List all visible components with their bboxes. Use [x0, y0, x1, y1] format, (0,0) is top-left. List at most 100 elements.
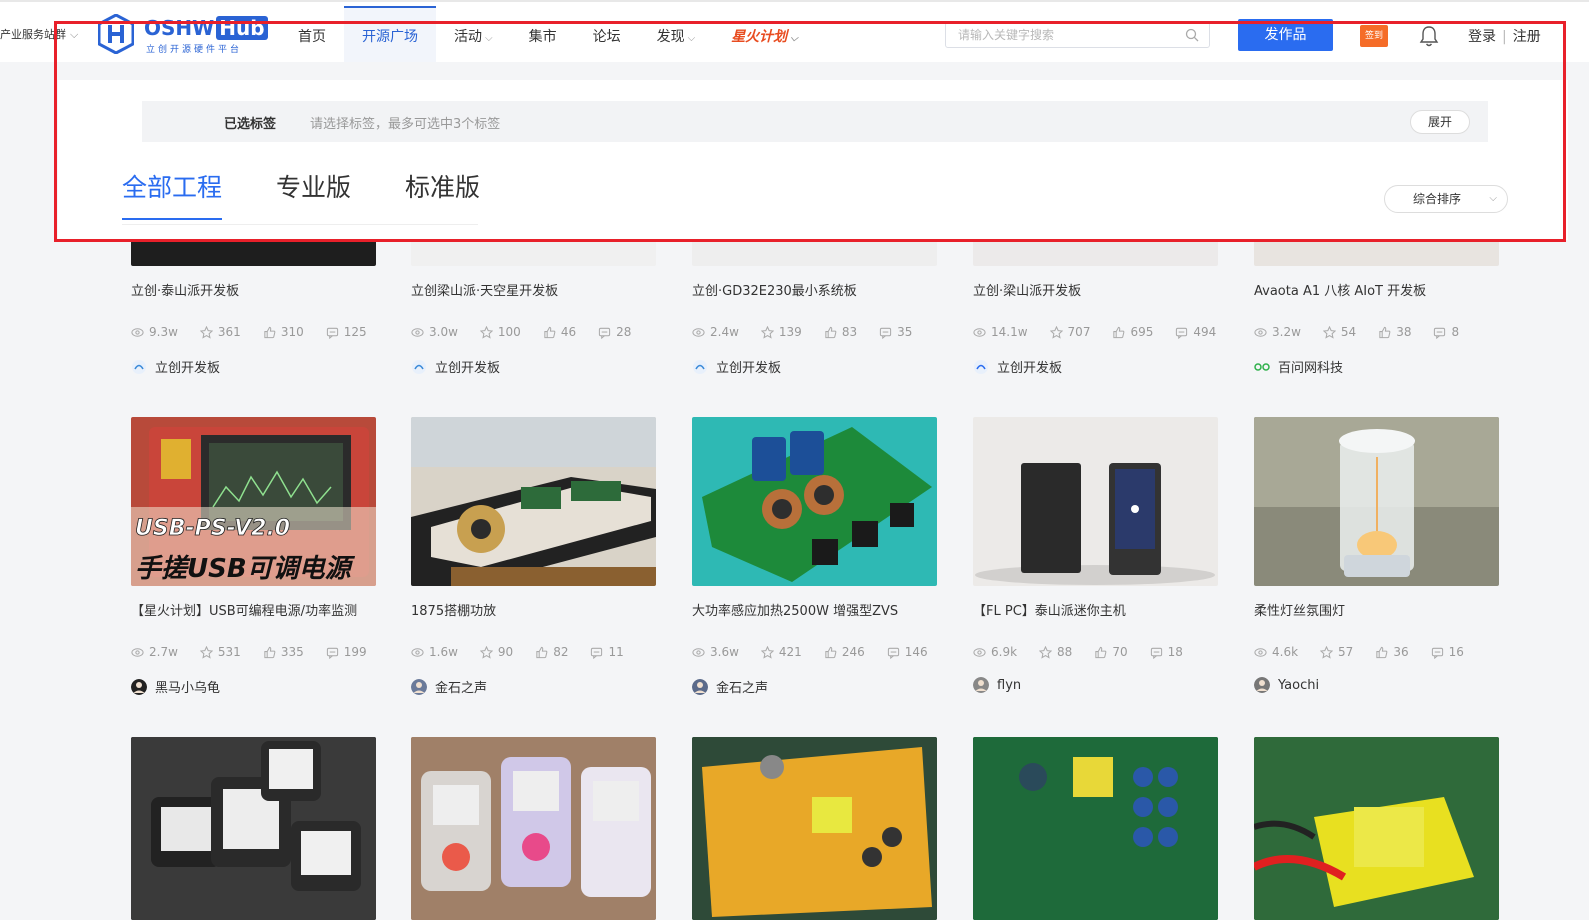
stat-comments[interactable]: 18: [1150, 645, 1183, 659]
stat-likes[interactable]: 38: [1378, 325, 1411, 339]
project-author[interactable]: 立创开发板: [692, 357, 937, 376]
project-card[interactable]: 立创·泰山派开发板 9.3w 361 310 125 立创开发板: [131, 241, 376, 376]
stat-comments[interactable]: 199: [326, 645, 367, 659]
project-author[interactable]: 立创开发板: [411, 357, 656, 376]
stat-comments[interactable]: 16: [1431, 645, 1464, 659]
project-card[interactable]: [411, 737, 656, 920]
stat-comments[interactable]: 11: [590, 645, 624, 659]
stat-likes[interactable]: 70: [1094, 645, 1128, 659]
stat-stars[interactable]: 531: [199, 645, 241, 659]
stat-likes[interactable]: 83: [824, 325, 857, 339]
project-thumbnail[interactable]: [411, 737, 656, 920]
project-card[interactable]: 立创·GD32E230最小系统板 2.4w 139 83 35 立创开发板: [692, 241, 937, 376]
search-input[interactable]: [946, 23, 1166, 47]
project-author[interactable]: 百问网科技: [1254, 357, 1499, 376]
project-card[interactable]: [973, 737, 1218, 920]
stat-stars[interactable]: 421: [760, 645, 802, 659]
project-thumbnail[interactable]: [411, 241, 656, 266]
checkin-button[interactable]: 签到: [1360, 25, 1388, 47]
stat-stars[interactable]: 57: [1320, 645, 1353, 659]
project-thumbnail[interactable]: [1254, 241, 1499, 266]
stat-comments[interactable]: 146: [887, 645, 928, 659]
project-author[interactable]: 立创开发板: [973, 357, 1218, 376]
nav-item-4[interactable]: 论坛: [575, 6, 639, 62]
tab-professional[interactable]: 专业版: [276, 168, 351, 220]
project-author[interactable]: 金石之声: [692, 677, 937, 696]
project-thumbnail[interactable]: [1254, 737, 1499, 920]
register-link[interactable]: 注册: [1513, 29, 1541, 45]
project-title[interactable]: 立创·泰山派开发板: [131, 280, 376, 299]
expand-button[interactable]: 展开: [1410, 110, 1470, 134]
project-thumbnail[interactable]: [692, 241, 937, 266]
project-title[interactable]: 【FL PC】泰山派迷你主机: [973, 600, 1218, 619]
project-thumbnail[interactable]: [692, 417, 937, 586]
nav-item-1[interactable]: 开源广场: [344, 6, 436, 62]
project-card[interactable]: [1254, 737, 1499, 920]
project-thumbnail[interactable]: [411, 417, 656, 586]
project-author[interactable]: 金石之声: [411, 677, 656, 696]
tab-all-projects[interactable]: 全部工程: [122, 168, 223, 220]
stat-stars[interactable]: 707: [1049, 325, 1090, 339]
project-card[interactable]: 1875搭棚功放 1.6w 90 82 11 金石之声: [411, 417, 656, 696]
project-title[interactable]: 1875搭棚功放: [411, 600, 656, 619]
stat-likes[interactable]: 82: [535, 645, 568, 659]
project-author[interactable]: flyn: [973, 677, 1218, 693]
project-thumbnail[interactable]: [692, 737, 937, 920]
tag-hint[interactable]: 请选择标签，最多可选中3个标签: [310, 113, 500, 132]
project-author[interactable]: 黑马小乌龟: [131, 677, 376, 696]
bell-icon[interactable]: [1418, 24, 1440, 48]
project-thumbnail[interactable]: [973, 417, 1218, 586]
project-card[interactable]: 柔性灯丝氛围灯 4.6k 57 36 16 Yaochi: [1254, 417, 1499, 693]
nav-item-0[interactable]: 首页: [280, 6, 344, 62]
project-title[interactable]: 大功率感应加热2500W 增强型ZVS: [692, 600, 937, 619]
stat-likes[interactable]: 335: [263, 645, 304, 659]
nav-item-2[interactable]: 活动 ⌵: [436, 6, 511, 62]
stat-comments[interactable]: 8: [1433, 325, 1459, 339]
project-title[interactable]: 立创梁山派·天空星开发板: [411, 280, 656, 299]
stat-stars[interactable]: 90: [479, 645, 513, 659]
stat-stars[interactable]: 54: [1322, 325, 1356, 339]
nav-item-6[interactable]: 星火计划 ⌵: [713, 6, 816, 62]
nav-item-5[interactable]: 发现 ⌵: [639, 6, 714, 62]
search-icon[interactable]: [1185, 28, 1199, 42]
project-thumbnail[interactable]: [1254, 417, 1499, 586]
project-title[interactable]: 立创·梁山派开发板: [973, 280, 1218, 299]
project-title[interactable]: 【星火计划】USB可编程电源/功率监测: [131, 600, 376, 619]
project-title[interactable]: Avaota A1 八核 AIoT 开发板: [1254, 280, 1499, 299]
stat-comments[interactable]: 28: [598, 325, 631, 339]
search-box[interactable]: [945, 22, 1210, 48]
stat-comments[interactable]: 494: [1175, 325, 1216, 339]
industry-sites-link[interactable]: 产业服务站群 ⌵: [0, 26, 78, 42]
project-thumbnail[interactable]: [131, 737, 376, 920]
project-card[interactable]: [131, 737, 376, 920]
nav-item-3[interactable]: 集市: [511, 6, 575, 62]
stat-likes[interactable]: 310: [263, 325, 304, 339]
project-card[interactable]: USB-PS-V2.0 手搓USB可调电源 【星火计划】USB可编程电源/功率监测 2…: [131, 417, 376, 696]
stat-stars[interactable]: 361: [199, 325, 241, 339]
project-thumbnail[interactable]: USB-PS-V2.0 手搓USB可调电源: [131, 417, 376, 586]
project-card[interactable]: 大功率感应加热2500W 增强型ZVS 3.6w 421 246 146 金石之声: [692, 417, 937, 696]
project-card[interactable]: Avaota A1 八核 AIoT 开发板 3.2w 54 38 8 百问网科技: [1254, 241, 1499, 376]
project-card[interactable]: [692, 737, 937, 920]
sort-select[interactable]: 综合排序 ⌵: [1384, 185, 1508, 213]
login-link[interactable]: 登录: [1468, 29, 1496, 45]
publish-button[interactable]: 发作品: [1238, 19, 1333, 51]
stat-likes[interactable]: 36: [1375, 645, 1409, 659]
oshwhub-logo[interactable]: OSHW Hub 立创开源硬件平台: [98, 14, 268, 56]
stat-comments[interactable]: 125: [326, 325, 367, 339]
stat-stars[interactable]: 100: [479, 325, 521, 339]
project-author[interactable]: 立创开发板: [131, 357, 376, 376]
tab-standard[interactable]: 标准版: [405, 168, 480, 220]
project-card[interactable]: 立创·梁山派开发板 14.1w 707 695 494 立创开发板: [973, 241, 1218, 376]
project-thumbnail[interactable]: [131, 241, 376, 266]
project-author[interactable]: Yaochi: [1254, 677, 1499, 693]
project-thumbnail[interactable]: [973, 241, 1218, 266]
project-title[interactable]: 立创·GD32E230最小系统板: [692, 280, 937, 299]
project-title[interactable]: 柔性灯丝氛围灯: [1254, 600, 1499, 619]
stat-likes[interactable]: 695: [1112, 325, 1153, 339]
stat-comments[interactable]: 35: [879, 325, 912, 339]
stat-likes[interactable]: 46: [543, 325, 576, 339]
project-card[interactable]: 【FL PC】泰山派迷你主机 6.9k 88 70 18 flyn: [973, 417, 1218, 693]
stat-stars[interactable]: 139: [760, 325, 802, 339]
project-thumbnail[interactable]: [973, 737, 1218, 920]
